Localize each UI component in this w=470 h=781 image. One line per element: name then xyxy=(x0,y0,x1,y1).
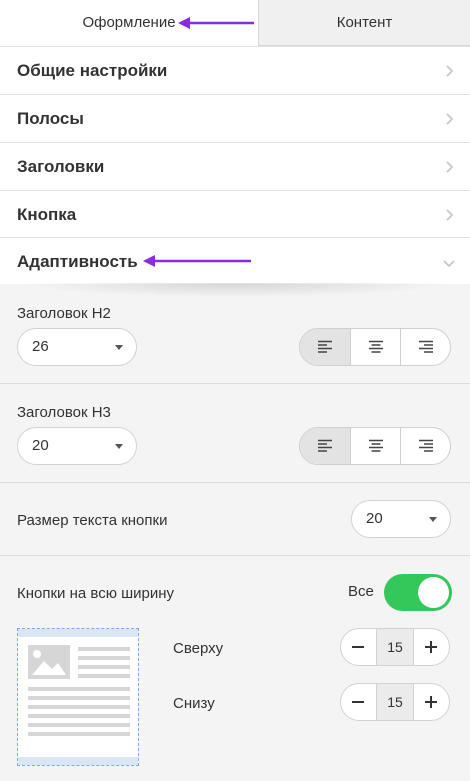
align-right-icon xyxy=(419,340,433,353)
section-label: Кнопка xyxy=(17,205,77,224)
h2-size-select[interactable]: 26 xyxy=(17,328,137,366)
chevron-down-icon xyxy=(443,260,455,268)
chevron-right-icon xyxy=(446,161,454,173)
stepper-value[interactable]: 15 xyxy=(376,684,414,720)
h3-size-select[interactable]: 20 xyxy=(17,427,137,465)
align-left-button[interactable] xyxy=(300,428,350,464)
full-width-toggle[interactable] xyxy=(384,574,452,611)
section-general-settings[interactable]: Общие настройки xyxy=(0,46,470,94)
h2-align-group xyxy=(299,328,451,366)
caret-down-icon xyxy=(429,517,437,522)
full-width-value-label: Все xyxy=(348,583,374,600)
section-label: Полосы xyxy=(17,109,84,128)
button-text-size-label: Размер текста кнопки xyxy=(17,512,168,529)
align-center-icon xyxy=(369,439,383,452)
decrement-button[interactable] xyxy=(341,629,376,665)
align-right-icon xyxy=(419,439,433,452)
minus-icon xyxy=(352,646,364,648)
button-text-size-select[interactable]: 20 xyxy=(351,500,451,538)
increment-button[interactable] xyxy=(414,684,449,720)
h2-size-label: Заголовок H2 xyxy=(17,305,111,322)
section-button[interactable]: Кнопка xyxy=(0,190,470,238)
align-center-button[interactable] xyxy=(350,428,400,464)
decrement-button[interactable] xyxy=(341,684,376,720)
preview-bottom-padding xyxy=(18,757,138,765)
annotation-arrow-icon xyxy=(143,255,251,267)
divider xyxy=(0,482,470,483)
section-stripes[interactable]: Полосы xyxy=(0,94,470,142)
h3-size-label: Заголовок H3 xyxy=(17,404,111,421)
align-left-icon xyxy=(318,340,332,353)
padding-bottom-label: Снизу xyxy=(173,695,215,712)
stepper-value[interactable]: 15 xyxy=(376,629,414,665)
align-left-button[interactable] xyxy=(300,329,350,365)
plus-icon xyxy=(425,641,437,653)
tab-content[interactable]: Контент xyxy=(258,0,470,46)
section-label: Общие настройки xyxy=(17,61,168,80)
caret-down-icon xyxy=(115,345,123,350)
section-headings[interactable]: Заголовки xyxy=(0,142,470,190)
section-label: Адаптивность xyxy=(17,252,138,271)
divider xyxy=(0,555,470,556)
toggle-knob xyxy=(418,577,449,608)
select-value: 26 xyxy=(32,338,49,355)
align-right-button[interactable] xyxy=(400,428,450,464)
select-value: 20 xyxy=(32,437,49,454)
increment-button[interactable] xyxy=(414,629,449,665)
align-center-button[interactable] xyxy=(350,329,400,365)
divider xyxy=(0,383,470,384)
align-center-icon xyxy=(369,340,383,353)
padding-top-stepper: 15 xyxy=(340,628,450,666)
full-width-label: Кнопки на всю ширину xyxy=(17,585,175,602)
padding-bottom-stepper: 15 xyxy=(340,683,450,721)
preview-block xyxy=(18,637,138,757)
annotation-arrow-icon xyxy=(178,17,254,29)
select-value: 20 xyxy=(366,510,383,527)
chevron-right-icon xyxy=(446,209,454,221)
chevron-right-icon xyxy=(446,65,454,77)
padding-top-label: Сверху xyxy=(173,640,224,657)
align-left-icon xyxy=(318,439,332,452)
preview-top-padding xyxy=(18,629,138,637)
caret-down-icon xyxy=(115,444,123,449)
padding-preview xyxy=(17,628,139,766)
image-placeholder-icon xyxy=(28,645,130,736)
h3-align-group xyxy=(299,427,451,465)
minus-icon xyxy=(352,701,364,703)
plus-icon xyxy=(425,696,437,708)
chevron-right-icon xyxy=(446,113,454,125)
section-shadow xyxy=(0,283,470,297)
section-label: Заголовки xyxy=(17,157,105,176)
align-right-button[interactable] xyxy=(400,329,450,365)
